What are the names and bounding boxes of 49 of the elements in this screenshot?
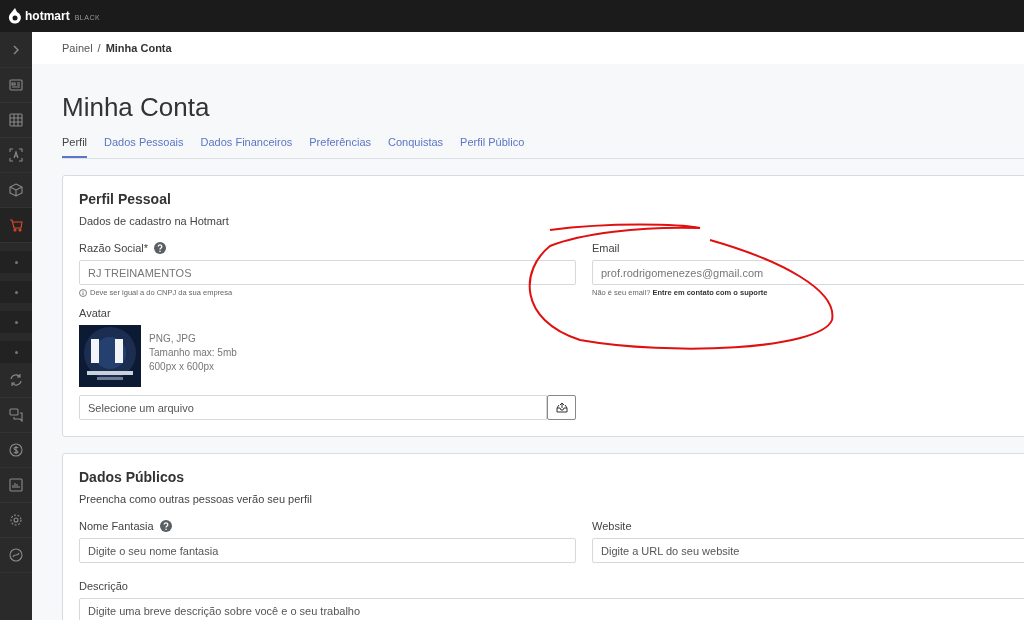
website-field[interactable]: Digite a URL do seu website <box>592 538 1024 563</box>
help-icon[interactable] <box>159 520 172 532</box>
section-subtitle: Preencha como outras pessoas verão seu perfil <box>79 493 313 505</box>
flame-logo-icon <box>8 8 22 24</box>
tab[interactable]: Perfil <box>62 132 88 158</box>
email-field[interactable]: prof.rodrigomenezes@gmail.com <box>592 260 1024 285</box>
upload-icon <box>555 402 568 413</box>
section-title: Dados Públicos <box>79 469 186 485</box>
cart-icon <box>9 218 23 232</box>
breadcrumb-separator: / <box>97 42 101 54</box>
description-field[interactable]: Digite uma breve descrição sobre você e o seu trabalho <box>79 598 1024 620</box>
circle-icon <box>9 548 23 562</box>
tab[interactable]: Preferências <box>309 132 372 158</box>
refresh-icon <box>9 373 23 387</box>
bar-chart-icon <box>9 478 23 492</box>
avatar-size-info: Tamanho max: 5mb <box>149 347 237 358</box>
tab[interactable]: Dados Financeiros <box>200 132 293 158</box>
scan-icon <box>9 148 23 162</box>
field-label: Email <box>592 242 620 254</box>
field-label: Avatar <box>79 307 112 319</box>
avatar-format-info: PNG, JPG <box>149 333 197 344</box>
settings-icon <box>9 513 23 527</box>
file-field[interactable]: Selecione um arquivo <box>79 395 547 420</box>
section-subtitle: Dados de cadastro na Hotmart <box>79 215 230 227</box>
field-label: Nome Fantasia <box>79 520 154 532</box>
avatar-dimension-info: 600px x 600px <box>149 361 216 372</box>
dashboard-icon <box>9 78 23 92</box>
page-title: Minha Conta <box>62 92 211 123</box>
info-icon <box>79 288 87 297</box>
field-label: Razão Social* <box>79 242 149 254</box>
breadcrumb-link[interactable]: Minha Conta <box>105 42 172 54</box>
help-icon[interactable] <box>154 242 167 254</box>
cube-icon <box>9 183 23 197</box>
upload-button[interactable] <box>547 395 576 420</box>
tab[interactable]: Dados Pessoais <box>104 132 184 158</box>
chevron-right-icon <box>11 43 21 56</box>
trade-name-field[interactable]: Digite o seu nome fantasia <box>79 538 576 563</box>
section-title: Perfil Pessoal <box>79 191 172 207</box>
breadcrumb-link[interactable]: Painel <box>62 42 93 54</box>
chat-icon <box>9 408 23 422</box>
tab[interactable]: Conquistas <box>388 132 444 158</box>
sidebar-item[interactable] <box>0 208 32 243</box>
company-name-field[interactable]: RJ TREINAMENTOS <box>79 260 576 285</box>
field-label: Website <box>592 520 632 532</box>
brand-name: hotmart <box>25 9 70 23</box>
tab[interactable]: Perfil Público <box>460 132 525 158</box>
grid-icon <box>9 113 23 127</box>
dollar-icon <box>9 443 23 457</box>
field-label: Descrição <box>79 580 128 592</box>
